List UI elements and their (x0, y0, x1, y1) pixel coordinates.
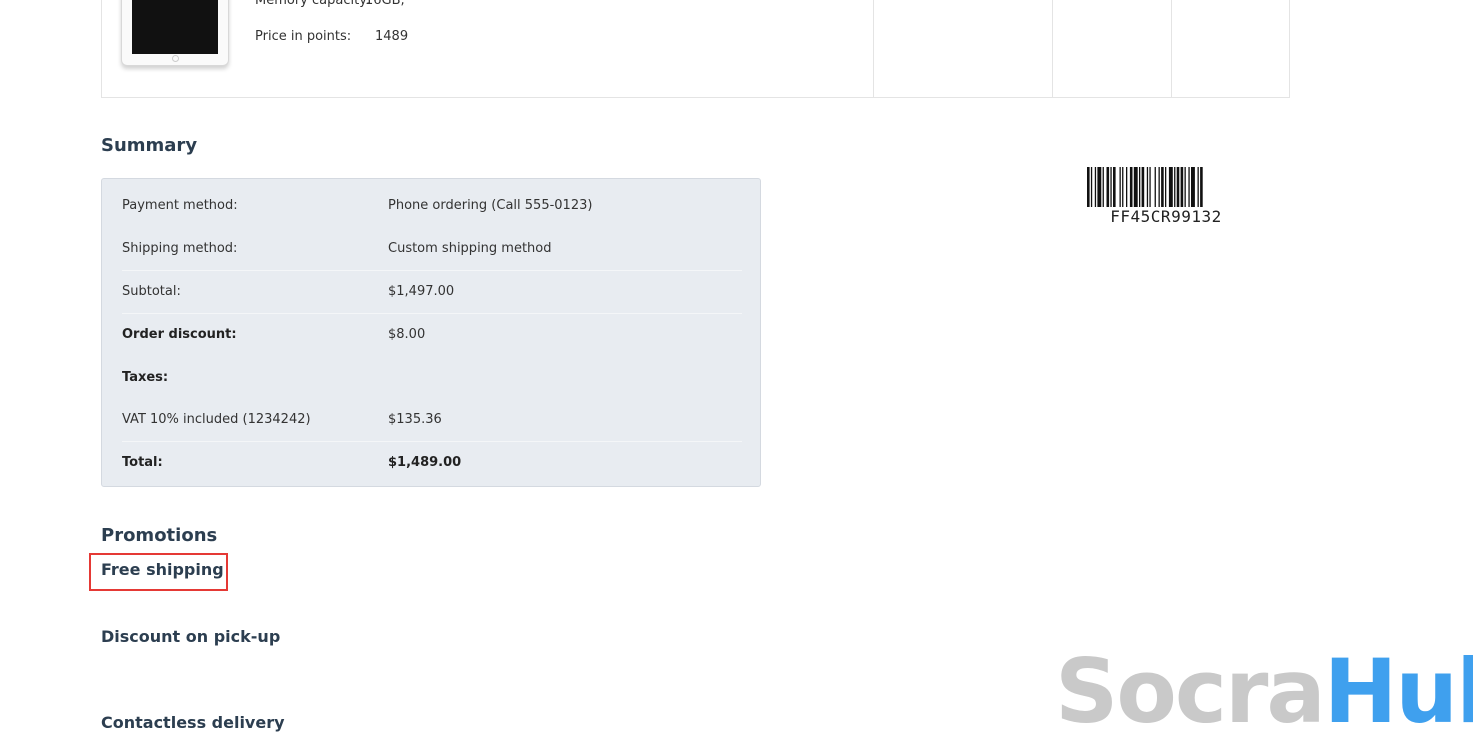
summary-row-taxes: Taxes: (122, 356, 742, 399)
barcode-bar (1129, 167, 1133, 207)
barcode-bar (1191, 167, 1195, 207)
barcode-bar (1126, 167, 1128, 207)
table-column-divider (1052, 0, 1053, 97)
barcode-bar (1200, 167, 1203, 207)
barcode-bar (1097, 167, 1102, 207)
subtotal-label: Subtotal: (122, 284, 181, 299)
barcode-bar (1119, 167, 1121, 207)
barcode-bar (1149, 167, 1151, 207)
subtotal-value: $1,497.00 (388, 284, 455, 299)
barcode-bar (1146, 167, 1149, 207)
summary-box: Payment method: Phone ordering (Call 555… (101, 178, 761, 487)
barcode-bar (1174, 167, 1176, 207)
shipping-method-value: Custom shipping method (388, 241, 552, 256)
barcode-bar (1158, 167, 1160, 207)
barcode-bar (1197, 167, 1199, 207)
barcode-bar (1161, 167, 1164, 207)
shipping-method-label: Shipping method: (122, 241, 238, 256)
barcode-bar (1180, 167, 1184, 207)
summary-row-order-discount: Order discount: $8.00 (122, 313, 742, 356)
memory-capacity-value: 16GB, (365, 0, 405, 8)
taxes-label: Taxes: (122, 370, 169, 385)
vat-value: $135.36 (388, 412, 442, 427)
barcode-bar (1184, 167, 1186, 207)
barcode-bar (1106, 167, 1110, 207)
product-image-screen (132, 0, 218, 54)
watermark-part-1: Socra (1055, 640, 1326, 743)
summary-row-shipping: Shipping method: Custom shipping method (122, 227, 742, 271)
price-in-points-value: 1489 (375, 29, 409, 44)
barcode-bar (1122, 167, 1124, 207)
summary-row-vat: VAT 10% included (1234242) $135.36 (122, 398, 742, 442)
order-discount-label: Order discount: (122, 327, 237, 342)
barcode-bar (1087, 167, 1090, 207)
barcode-bar (1188, 167, 1190, 207)
promotions-heading: Promotions (101, 525, 218, 546)
promotion-discount-pickup: Discount on pick-up (101, 627, 281, 646)
product-table (101, 0, 1290, 98)
table-column-divider (1171, 0, 1172, 97)
price-in-points-label: Price in points: (255, 29, 352, 44)
barcode-bar (1154, 167, 1156, 207)
total-label: Total: (122, 455, 163, 470)
barcode-number: FF45CR99132 (1110, 207, 1222, 226)
barcode-bar (1102, 167, 1104, 207)
barcode-bar (1165, 167, 1167, 207)
summary-heading: Summary (101, 135, 198, 156)
barcode-bar (1176, 167, 1180, 207)
payment-method-value: Phone ordering (Call 555-0123) (388, 198, 593, 213)
barcode-bar (1110, 167, 1112, 207)
vat-label: VAT 10% included (1234242) (122, 412, 311, 427)
table-column-divider (873, 0, 874, 97)
barcode (1087, 167, 1203, 207)
product-image[interactable] (121, 0, 229, 66)
barcode-bar (1094, 167, 1097, 207)
barcode-bar (1133, 167, 1138, 207)
home-button-icon (172, 55, 179, 62)
order-discount-value: $8.00 (388, 327, 426, 342)
payment-method-label: Payment method: (122, 198, 238, 213)
promotion-free-shipping: Free shipping (101, 560, 224, 579)
summary-row-subtotal: Subtotal: $1,497.00 (122, 270, 742, 314)
summary-row-total: Total: $1,489.00 (122, 441, 742, 484)
watermark-part-2: Hub (1323, 640, 1473, 743)
barcode-bar (1090, 167, 1093, 207)
barcode-bar (1168, 167, 1173, 207)
socrahub-watermark: SocraHub (1055, 640, 1473, 743)
barcode-bar (1141, 167, 1145, 207)
barcode-bar (1139, 167, 1141, 207)
total-value: $1,489.00 (388, 455, 462, 470)
promotion-contactless-delivery: Contactless delivery (101, 713, 285, 732)
memory-capacity-label: Memory capacity: (255, 0, 371, 8)
summary-row-payment: Payment method: Phone ordering (Call 555… (122, 184, 742, 227)
barcode-bar (1113, 167, 1116, 207)
